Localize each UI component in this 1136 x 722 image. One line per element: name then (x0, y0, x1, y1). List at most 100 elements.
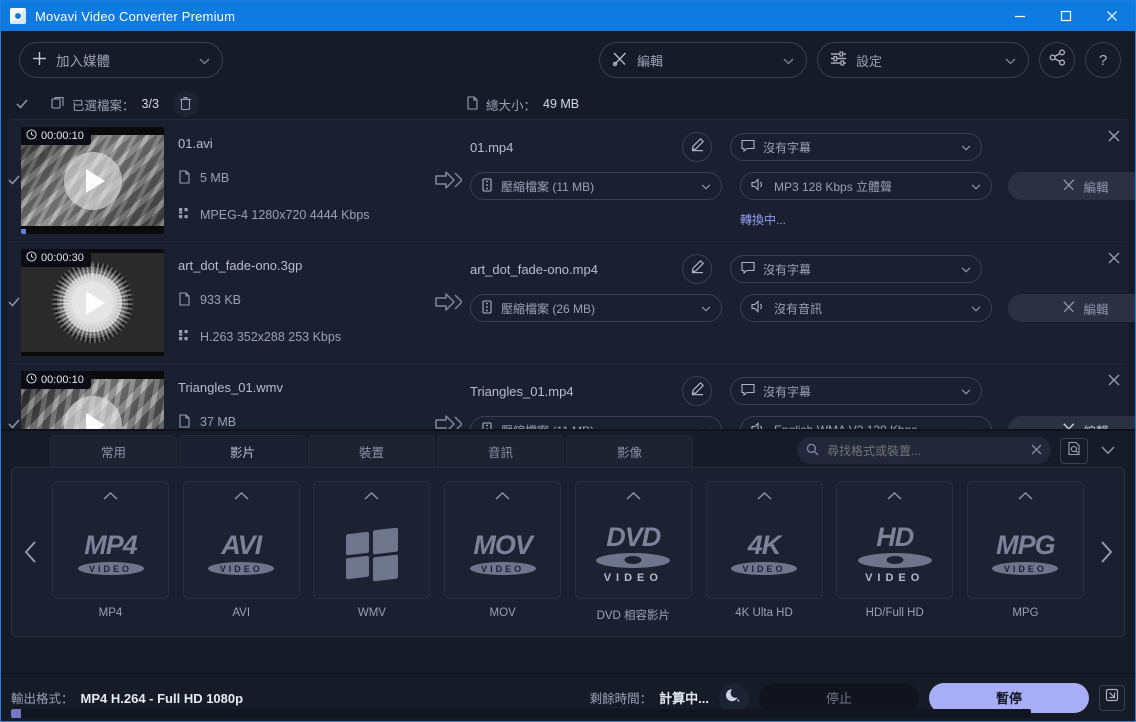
source-file-name: 01.avi (178, 136, 213, 151)
format-card-mov[interactable]: MOV VIDEO MOV (444, 481, 562, 619)
format-select[interactable]: 壓縮檔案 (11 MB) (470, 172, 722, 200)
scroll-left-button[interactable] (12, 540, 50, 564)
edit-menu-button[interactable]: 編輯 (599, 42, 807, 78)
format-card-label: HD/Full HD (865, 607, 924, 619)
expand-caret-icon[interactable] (757, 491, 772, 503)
source-file-size: 37 MB (200, 415, 237, 429)
collapse-panel-button[interactable] (1097, 446, 1119, 455)
clear-search-icon[interactable] (1031, 444, 1042, 458)
expand-caret-icon[interactable] (234, 491, 249, 503)
format-card-hd[interactable]: HD VIDEO HD/Full HD (836, 481, 954, 619)
expand-caret-icon[interactable] (626, 491, 641, 503)
row-edit-button[interactable]: 編輯 (1008, 416, 1135, 429)
subtitle-select[interactable]: 沒有字幕 (730, 255, 982, 283)
files-icon (51, 96, 65, 113)
format-card-label: MPG (1012, 607, 1039, 619)
sleep-after-button[interactable] (719, 682, 749, 713)
expand-caret-icon[interactable] (887, 491, 902, 503)
media-info-icon (178, 207, 191, 223)
select-all-checkbox[interactable] (15, 97, 29, 111)
file-thumbnail[interactable]: 00:00:10 (21, 120, 164, 240)
format-logo-text: AVI (221, 530, 262, 560)
expand-caret-icon[interactable] (364, 491, 379, 503)
add-media-button[interactable]: 加入媒體 (19, 42, 223, 78)
format-card-label: DVD 相容影片 (596, 610, 671, 622)
remove-file-button[interactable] (1108, 251, 1120, 269)
row-edit-button[interactable]: 編輯 (1008, 172, 1135, 200)
trash-icon (179, 96, 192, 113)
subtitle-value: 沒有字幕 (763, 262, 812, 277)
audio-value: 沒有音訊 (774, 301, 823, 316)
file-row[interactable]: 00:00:10 Triangles_01.wmv 37 MB WMV3 640… (7, 363, 1135, 430)
audio-select[interactable]: MP3 128 Kbps 立體聲 (740, 172, 992, 200)
speaker-icon (751, 178, 766, 194)
file-checkbox[interactable] (7, 242, 21, 362)
convert-arrow-icon (426, 120, 470, 240)
maximize-button[interactable] (1043, 1, 1089, 31)
file-icon (178, 413, 191, 430)
open-output-folder-button[interactable] (1099, 684, 1125, 711)
format-search-input[interactable] (827, 443, 1023, 458)
minimize-button[interactable] (997, 1, 1043, 31)
format-card-mp4[interactable]: MP4 VIDEO MP4 (52, 481, 169, 619)
tab-audio[interactable]: 音訊 (437, 435, 564, 467)
stop-button[interactable]: 停止 (759, 682, 919, 713)
row-edit-button[interactable]: 編輯 (1008, 294, 1135, 322)
format-logo-text: DVD (606, 521, 661, 552)
format-select[interactable]: 壓縮檔案 (11 MB) (470, 416, 722, 429)
scroll-right-button[interactable] (1086, 540, 1124, 564)
tab-devices[interactable]: 裝置 (308, 435, 435, 467)
play-preview-button[interactable] (63, 273, 122, 332)
file-checkbox[interactable] (7, 120, 21, 240)
format-logo-sub: VIDEO (469, 562, 536, 575)
format-search-box[interactable] (797, 437, 1051, 464)
subtitle-icon (741, 261, 755, 277)
format-card-avi[interactable]: AVI VIDEO AVI (182, 481, 300, 619)
file-row[interactable]: 00:00:10 01.avi 5 MB MPEG-4 1280x720 444… (7, 119, 1135, 240)
play-preview-button[interactable] (63, 151, 122, 210)
tab-image[interactable]: 影像 (566, 435, 693, 467)
row-edit-label: 編輯 (1083, 421, 1108, 430)
format-card-dvd[interactable]: DVD VIDEO DVD 相容影片 (574, 481, 692, 623)
rename-button[interactable] (682, 376, 712, 406)
advanced-search-button[interactable] (1060, 437, 1088, 464)
remove-file-button[interactable] (1108, 129, 1120, 147)
share-icon (1049, 49, 1066, 71)
audio-select[interactable]: English WMA V2 128 Kbps … (740, 416, 992, 429)
file-list[interactable]: 00:00:10 01.avi 5 MB MPEG-4 1280x720 444… (1, 119, 1135, 429)
subtitle-select[interactable]: 沒有字幕 (730, 133, 982, 161)
format-tabs: 常用 影片 裝置 音訊 影像 (7, 430, 1129, 467)
format-select[interactable]: 壓縮檔案 (26 MB) (470, 294, 722, 322)
file-thumbnail[interactable]: 00:00:10 (21, 364, 164, 429)
rename-button[interactable] (682, 254, 712, 284)
rename-button[interactable] (682, 132, 712, 162)
share-button[interactable] (1039, 42, 1075, 78)
file-row[interactable]: 00:00:30 art_dot_fade-ono.3gp 933 KB H.2… (7, 241, 1135, 362)
format-card-4k[interactable]: 4K VIDEO 4K Ulta HD (705, 481, 823, 619)
audio-select[interactable]: 沒有音訊 (740, 294, 992, 322)
close-button[interactable] (1089, 1, 1135, 31)
file-icon (178, 291, 191, 309)
expand-caret-icon[interactable] (103, 491, 118, 503)
remaining-time-info: 剩餘時間： 計算中... (590, 688, 709, 707)
moon-icon (725, 687, 742, 708)
format-card-wmv[interactable]: WMV (313, 481, 431, 619)
file-thumbnail[interactable]: 00:00:30 (21, 242, 164, 362)
remove-file-button[interactable] (1108, 373, 1120, 391)
pause-button[interactable]: 暫停 (929, 682, 1089, 713)
tab-common[interactable]: 常用 (50, 435, 177, 467)
help-button[interactable]: ? (1085, 42, 1121, 78)
format-value: 壓縮檔案 (11 MB) (501, 179, 595, 194)
subtitle-value: 沒有字幕 (763, 140, 812, 155)
clock-icon (26, 373, 37, 387)
format-card-mpg[interactable]: MPG VIDEO MPG (966, 481, 1084, 619)
duration-text: 00:00:10 (41, 374, 84, 386)
file-checkbox[interactable] (7, 364, 21, 429)
expand-caret-icon[interactable] (1018, 491, 1033, 503)
settings-menu-button[interactable]: 設定 (817, 42, 1029, 78)
tab-video[interactable]: 影片 (179, 435, 306, 467)
delete-selected-button[interactable] (172, 91, 199, 117)
pencil-icon (690, 381, 705, 401)
subtitle-select[interactable]: 沒有字幕 (730, 377, 982, 405)
expand-caret-icon[interactable] (495, 491, 510, 503)
